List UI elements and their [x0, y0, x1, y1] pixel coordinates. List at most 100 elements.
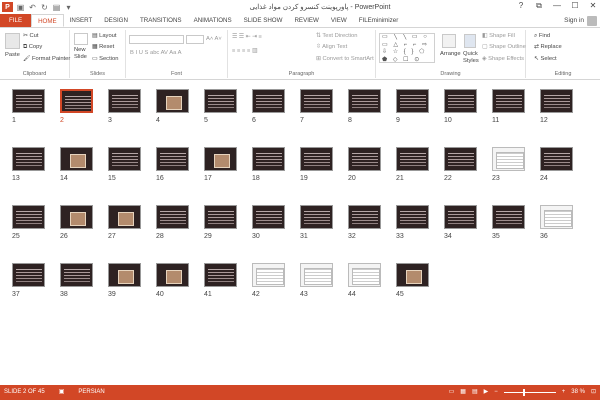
- slide-thumbnail[interactable]: [60, 263, 93, 287]
- new-slide-label[interactable]: New: [74, 47, 86, 53]
- paste-icon[interactable]: [5, 33, 20, 49]
- maximize-icon[interactable]: ☐: [570, 1, 580, 11]
- ribbon-display-icon[interactable]: ⧉: [534, 1, 544, 11]
- convert-smartart-button[interactable]: ⊞ Convert to SmartArt: [316, 56, 374, 62]
- find-button[interactable]: ⌕ Find: [534, 33, 550, 40]
- copy-button[interactable]: ⧉ Copy: [23, 44, 42, 51]
- slide-sorter-icon[interactable]: ▦: [460, 385, 466, 400]
- customize-icon[interactable]: ▾: [64, 3, 73, 12]
- slide-thumbnail[interactable]: [396, 205, 429, 229]
- tab-fileminimizer[interactable]: FILEminimizer: [353, 14, 405, 27]
- tab-animations[interactable]: ANIMATIONS: [188, 14, 238, 27]
- slide-thumbnail[interactable]: [108, 205, 141, 229]
- start-icon[interactable]: ▤: [52, 3, 61, 12]
- zoom-slider-knob[interactable]: [522, 389, 525, 396]
- slide-thumbnail[interactable]: [156, 147, 189, 171]
- tab-home[interactable]: HOME: [31, 14, 64, 27]
- undo-icon[interactable]: ↶: [28, 3, 37, 12]
- slide-thumbnail[interactable]: [60, 147, 93, 171]
- slideshow-icon[interactable]: ▶: [484, 385, 489, 400]
- new-slide-icon[interactable]: [74, 33, 88, 45]
- slide-thumbnail[interactable]: [492, 147, 525, 171]
- slide-thumbnail[interactable]: [492, 205, 525, 229]
- align-text-button[interactable]: ⇳ Align Text: [316, 44, 347, 50]
- slide-thumbnail[interactable]: [204, 147, 237, 171]
- slide-thumbnail[interactable]: [12, 89, 45, 113]
- redo-icon[interactable]: ↻: [40, 3, 49, 12]
- tab-design[interactable]: DESIGN: [98, 14, 134, 27]
- slide-thumbnail[interactable]: [540, 89, 573, 113]
- fit-slide-icon[interactable]: ⊡: [591, 385, 596, 400]
- slide-thumbnail[interactable]: [348, 147, 381, 171]
- shapes-gallery[interactable]: ▭ ╲ ╲ ▭ ○ ▭ △ ⌐ ⌐ ⇨ ⇩ ☆ { } ⬠ ⬟ ◇ ☐ ⊙: [379, 33, 435, 63]
- slide-thumbnail[interactable]: [156, 263, 189, 287]
- tab-insert[interactable]: INSERT: [64, 14, 99, 27]
- slide-thumbnail[interactable]: [540, 205, 573, 229]
- slide-thumbnail[interactable]: [156, 205, 189, 229]
- save-icon[interactable]: ▣: [16, 3, 25, 12]
- tab-file[interactable]: FILE: [0, 14, 32, 27]
- proofing-icon[interactable]: ▣: [59, 385, 65, 400]
- reading-view-icon[interactable]: ▤: [472, 385, 478, 400]
- cut-button[interactable]: ✂ Cut: [23, 33, 39, 39]
- slide-thumbnail[interactable]: [540, 147, 573, 171]
- slide-thumbnail[interactable]: [252, 205, 285, 229]
- slide-thumbnail[interactable]: [396, 89, 429, 113]
- shape-outline-button[interactable]: ▢ Shape Outline: [482, 44, 526, 50]
- slide-thumbnail[interactable]: [60, 89, 93, 113]
- slide-thumbnail[interactable]: [156, 89, 189, 113]
- slide-thumbnail[interactable]: [204, 205, 237, 229]
- font-size-select[interactable]: [186, 35, 204, 44]
- slide-thumbnail[interactable]: [204, 89, 237, 113]
- format-painter-button[interactable]: 🖌 Format Painter: [23, 56, 70, 62]
- grow-shrink-font-icon[interactable]: A˄ A˅: [206, 36, 222, 42]
- language-indicator[interactable]: PERSIAN: [78, 385, 104, 400]
- close-icon[interactable]: ✕: [588, 1, 598, 11]
- slide-thumbnail[interactable]: [252, 263, 285, 287]
- shape-effects-button[interactable]: ◈ Shape Effects: [482, 56, 524, 62]
- slide-thumbnail[interactable]: [444, 147, 477, 171]
- account-avatar[interactable]: [587, 16, 597, 26]
- font-family-select[interactable]: [129, 35, 184, 44]
- zoom-in-icon[interactable]: +: [562, 385, 566, 400]
- tab-view[interactable]: VIEW: [325, 14, 353, 27]
- quick-styles-icon[interactable]: [464, 34, 476, 48]
- slide-thumbnail[interactable]: [348, 263, 381, 287]
- slide-thumbnail[interactable]: [108, 89, 141, 113]
- slide-thumbnail[interactable]: [396, 147, 429, 171]
- quick-styles-button[interactable]: Quick: [463, 51, 478, 57]
- slide-thumbnail[interactable]: [300, 263, 333, 287]
- arrange-button[interactable]: Arrange: [440, 51, 461, 57]
- replace-button[interactable]: ⇄ Replace: [534, 44, 562, 50]
- slide-thumbnail[interactable]: [252, 147, 285, 171]
- tab-review[interactable]: REVIEW: [288, 14, 324, 27]
- tab-transitions[interactable]: TRANSITIONS: [134, 14, 188, 27]
- slide-thumbnail[interactable]: [108, 263, 141, 287]
- layout-button[interactable]: ▤ Layout: [92, 33, 117, 39]
- slide-thumbnail[interactable]: [444, 89, 477, 113]
- sign-in-link[interactable]: Sign in: [564, 15, 584, 27]
- new-slide-label-2[interactable]: Slide: [74, 54, 87, 60]
- slide-thumbnail[interactable]: [12, 263, 45, 287]
- slide-thumbnail[interactable]: [396, 263, 429, 287]
- slide-thumbnail[interactable]: [300, 89, 333, 113]
- zoom-slider[interactable]: [503, 389, 556, 396]
- paste-button[interactable]: Paste: [5, 52, 20, 58]
- slide-thumbnail[interactable]: [348, 205, 381, 229]
- text-direction-button[interactable]: ⇅ Text Direction: [316, 33, 358, 39]
- list-buttons-icon[interactable]: ☰ ☰ ⇤ ⇥ ≡: [232, 34, 262, 40]
- quick-styles-button-2[interactable]: Styles: [463, 58, 479, 64]
- reset-button[interactable]: ▦ Reset: [92, 44, 114, 50]
- slide-thumbnail[interactable]: [204, 263, 237, 287]
- slide-thumbnail[interactable]: [348, 89, 381, 113]
- arrange-icon[interactable]: [442, 34, 456, 48]
- section-button[interactable]: ▭ Section: [92, 56, 118, 62]
- slide-thumbnail[interactable]: [252, 89, 285, 113]
- slide-thumbnail[interactable]: [444, 205, 477, 229]
- tab-slide-show[interactable]: SLIDE SHOW: [238, 14, 289, 27]
- normal-view-icon[interactable]: ▭: [449, 385, 455, 400]
- slide-thumbnail[interactable]: [108, 147, 141, 171]
- zoom-out-icon[interactable]: −: [494, 385, 498, 400]
- font-format-buttons[interactable]: B I U S abc AV Aa A: [130, 50, 181, 56]
- slide-thumbnail[interactable]: [12, 205, 45, 229]
